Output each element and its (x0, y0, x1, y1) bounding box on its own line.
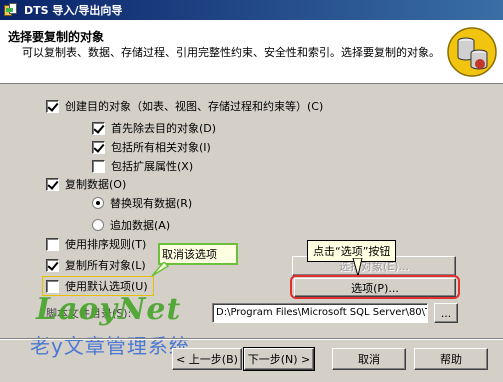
drop-first-option[interactable]: 首先除去目的对象(D) (92, 120, 216, 136)
title-bar[interactable]: DTS 导入/导出向导 (0, 0, 503, 20)
help-button[interactable]: 帮助 (414, 348, 488, 370)
create-objects-checkbox[interactable] (46, 99, 59, 113)
drop-first-checkbox[interactable] (92, 121, 105, 135)
watermark-logo: LaoyNet (36, 292, 182, 327)
include-dependent-checkbox[interactable] (92, 140, 105, 154)
options-button[interactable]: 选项(P)... (294, 278, 456, 297)
copy-all-objects-option[interactable]: 复制所有对象(L) (46, 257, 146, 273)
database-copy-icon (447, 27, 497, 77)
page-description: 可以复制表、数据、存储过程、引用完整性约束、安全性和索引。选择要复制的对象。 (22, 46, 440, 59)
include-dependent-option[interactable]: 包括所有相关对象(I) (92, 139, 211, 155)
use-collation-label: 使用排序规则(T) (65, 238, 147, 251)
use-default-options-checkbox[interactable] (46, 279, 59, 293)
create-objects-option[interactable]: 创建目的对象（如表、视图、存储过程和约束等）(C) (46, 98, 323, 114)
footer-separator (0, 338, 503, 340)
use-collation-checkbox[interactable] (46, 237, 59, 251)
script-dir-input[interactable]: D:\Program Files\Microsoft SQL Server\80… (212, 303, 428, 323)
drop-first-label: 首先除去目的对象(D) (111, 122, 217, 135)
dts-app-icon (3, 2, 19, 18)
append-data-option[interactable]: 追加数据(A) (92, 217, 170, 233)
append-data-label: 追加数据(A) (110, 219, 171, 232)
window-title: DTS 导入/导出向导 (24, 4, 123, 17)
watermark-text: 老y文章管理系统 (30, 334, 190, 358)
browse-button[interactable]: ... (434, 303, 458, 323)
copy-data-checkbox[interactable] (46, 177, 59, 191)
include-extended-checkbox[interactable] (92, 159, 105, 173)
include-dependent-label: 包括所有相关对象(I) (111, 141, 211, 154)
cancel-button[interactable]: 取消 (332, 348, 406, 370)
append-data-radio[interactable] (92, 219, 104, 231)
replace-data-radio[interactable] (92, 197, 104, 209)
include-extended-option[interactable]: 包括扩展属性(X) (92, 158, 193, 174)
copy-data-label: 复制数据(O) (65, 178, 127, 191)
uncheck-hint-text: 取消该选项 (162, 248, 217, 261)
copy-all-objects-label: 复制所有对象(L) (65, 259, 146, 272)
use-collation-option[interactable]: 使用排序规则(T) (46, 236, 146, 252)
copy-data-option[interactable]: 复制数据(O) (46, 176, 126, 192)
include-extended-label: 包括扩展属性(X) (111, 160, 194, 173)
replace-data-option[interactable]: 替换现有数据(R) (92, 195, 192, 211)
page-title: 选择要复制的对象 (8, 30, 105, 44)
next-button[interactable]: 下一步(N) > (243, 347, 315, 371)
copy-all-objects-checkbox[interactable] (46, 258, 59, 272)
wizard-header: 选择要复制的对象 可以复制表、数据、存储过程、引用完整性约束、安全性和索引。选择… (0, 20, 503, 84)
callout-pointer-icon (151, 262, 170, 277)
back-button[interactable]: < 上一步(B) (172, 348, 242, 370)
create-objects-label: 创建目的对象（如表、视图、存储过程和约束等）(C) (65, 100, 324, 113)
replace-data-label: 替换现有数据(R) (110, 197, 193, 210)
